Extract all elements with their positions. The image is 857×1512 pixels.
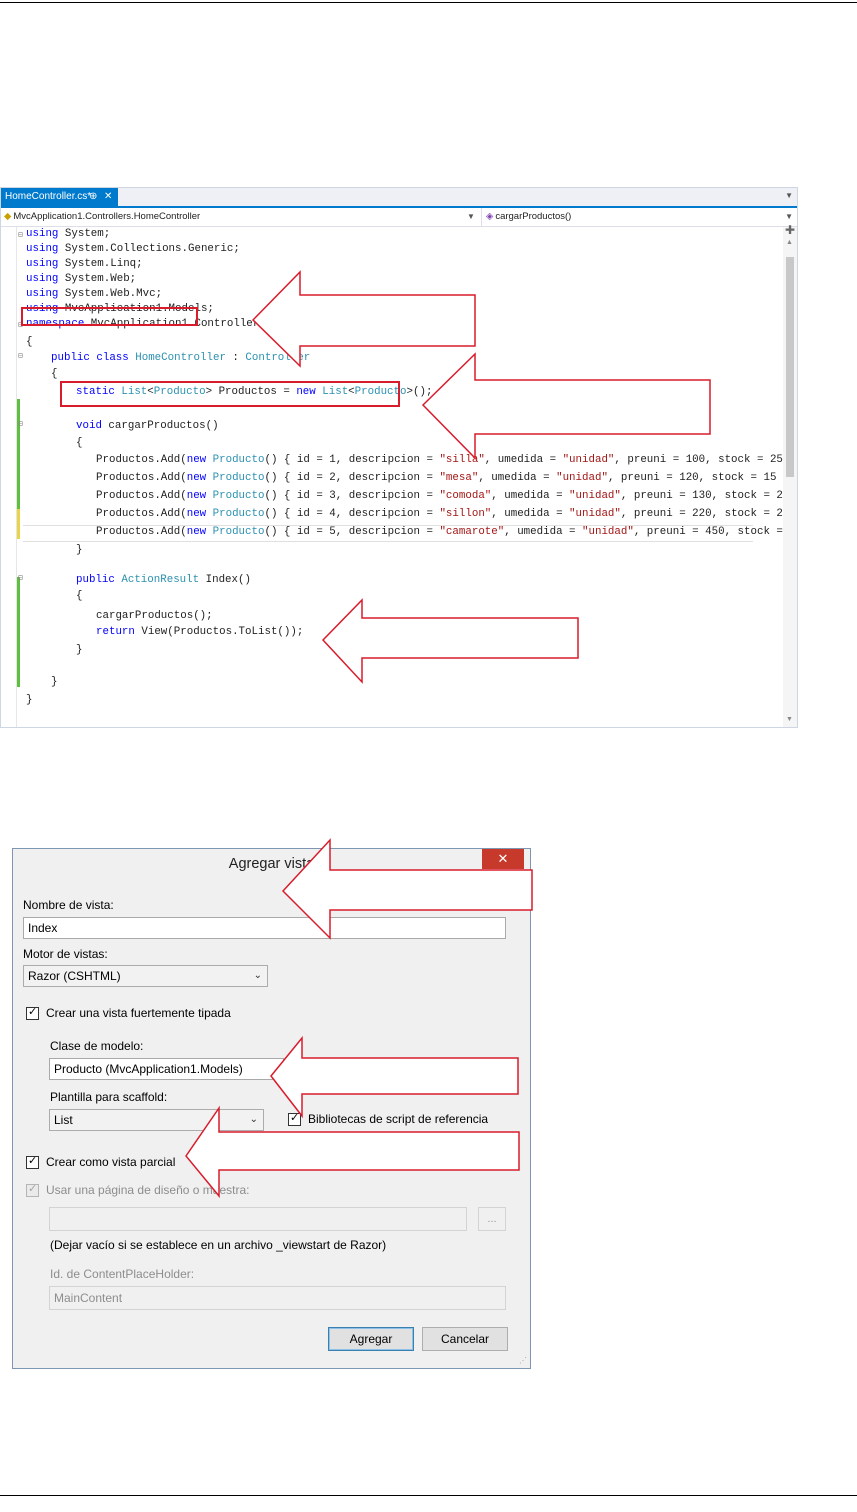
cancel-button[interactable]: Cancelar	[422, 1327, 508, 1351]
check-icon: ✓	[28, 1183, 38, 1195]
editor-tab[interactable]: HomeController.cs* ⊕ ✕	[1, 188, 118, 206]
partial-view-label: Crear como vista parcial	[46, 1155, 176, 1169]
scroll-up-icon[interactable]: ▲	[786, 239, 793, 246]
chevron-down-icon: ⌄	[253, 970, 262, 981]
model-class-label: Clase de modelo:	[50, 1039, 144, 1053]
code-line: using System.Linq;	[26, 258, 143, 270]
layout-page-input[interactable]	[49, 1207, 467, 1231]
engine-label: Motor de vistas:	[23, 947, 108, 961]
check-icon: ✓	[28, 1155, 38, 1167]
collapse-icon[interactable]: ⊟	[18, 230, 23, 239]
code-line: using System.Web;	[26, 273, 137, 285]
change-indicator-unsaved	[17, 509, 20, 539]
pointer-arrow-icon	[281, 838, 533, 940]
strongly-typed-label: Crear una vista fuertemente tipada	[46, 1006, 231, 1020]
editor-tab-bar: HomeController.cs* ⊕ ✕ ▼	[1, 188, 797, 208]
productos-add-line: Productos.Add(new Producto() { id = 4, d…	[96, 508, 797, 520]
code-line: }	[76, 644, 83, 656]
tab-dropdown-icon[interactable]: ▼	[785, 191, 793, 200]
collapse-icon[interactable]: ⊟	[18, 419, 23, 428]
current-line-highlight	[23, 525, 753, 542]
class-icon: ◆	[4, 211, 12, 222]
code-line: {	[51, 368, 58, 380]
code-line: }	[76, 544, 83, 556]
resize-grip-icon[interactable]: ⋰	[519, 1356, 527, 1365]
engine-select-value: Razor (CSHTML)	[28, 969, 121, 983]
highlight-box-static-list	[60, 381, 400, 407]
content-placeholder-label: Id. de ContentPlaceHolder:	[50, 1267, 195, 1281]
add-button[interactable]: Agregar	[328, 1327, 414, 1351]
partial-view-checkbox[interactable]: ✓	[26, 1155, 39, 1169]
scroll-down-icon[interactable]: ▼	[786, 716, 793, 723]
code-line: {	[26, 336, 33, 348]
class-navigation-value: MvcApplication1.Controllers.HomeControll…	[13, 211, 201, 222]
code-line: }	[51, 676, 58, 688]
code-line: using System;	[26, 228, 111, 240]
code-line: using System.Collections.Generic;	[26, 243, 240, 255]
code-line: using System.Web.Mvc;	[26, 288, 163, 300]
close-icon[interactable]: ✕	[104, 188, 112, 206]
change-indicator	[17, 577, 20, 687]
editor-vertical-scrollbar[interactable]: ✚ ▲ ▼	[783, 223, 797, 727]
model-class-input[interactable]: Producto (MvcApplication1.Models)	[49, 1058, 284, 1080]
split-icon[interactable]: ✚	[785, 223, 795, 237]
code-line: cargarProductos();	[96, 610, 213, 622]
code-line: public ActionResult Index()	[76, 574, 251, 586]
editor-navigation-bar: ◆ MvcApplication1.Controllers.HomeControl…	[1, 208, 797, 227]
method-icon: ◈	[486, 211, 494, 222]
view-name-label: Nombre de vista:	[23, 898, 114, 912]
code-line: return View(Productos.ToList());	[96, 626, 304, 638]
check-icon: ✓	[28, 1006, 38, 1018]
pointer-arrow-icon	[421, 352, 711, 460]
pointer-arrow-icon	[321, 598, 579, 684]
member-navigation-value: cargarProductos()	[495, 211, 572, 222]
page-bottom-rule	[0, 1495, 857, 1496]
change-indicator	[17, 399, 20, 509]
highlight-box-using-models	[21, 307, 198, 326]
collapse-icon[interactable]: ⊟	[18, 573, 23, 582]
class-navigation-dropdown[interactable]: ◆ MvcApplication1.Controllers.HomeControl…	[4, 208, 200, 226]
scaffold-label: Plantilla para scaffold:	[50, 1090, 168, 1104]
code-line: void cargarProductos()	[76, 420, 219, 432]
nav-divider	[481, 208, 482, 226]
layout-hint: (Dejar vacío si se establece en un archi…	[50, 1238, 387, 1252]
pointer-arrow-icon	[185, 1105, 520, 1199]
code-line: }	[26, 694, 33, 706]
strongly-typed-checkbox[interactable]: ✓	[26, 1006, 39, 1020]
pin-icon[interactable]: ⊕	[89, 188, 97, 206]
scaffold-select-value: List	[54, 1113, 73, 1127]
layout-page-checkbox[interactable]: ✓	[26, 1183, 39, 1197]
editor-tab-label: HomeController.cs*	[5, 191, 92, 202]
code-line: {	[76, 590, 83, 602]
collapse-icon[interactable]: ⊟	[18, 351, 23, 360]
engine-select[interactable]: Razor (CSHTML) ⌄	[23, 965, 268, 987]
content-placeholder-input[interactable]: MainContent	[49, 1286, 506, 1310]
code-line: {	[76, 437, 83, 449]
productos-add-line: Productos.Add(new Producto() { id = 2, d…	[96, 472, 797, 484]
member-navigation-dropdown[interactable]: ◈ cargarProductos()	[486, 208, 571, 226]
page-top-rule	[0, 2, 857, 3]
browse-button[interactable]: ...	[478, 1207, 506, 1231]
productos-add-line: Productos.Add(new Producto() { id = 3, d…	[96, 490, 797, 502]
scrollbar-thumb[interactable]	[786, 257, 794, 477]
chevron-down-icon[interactable]: ▼	[467, 208, 475, 226]
